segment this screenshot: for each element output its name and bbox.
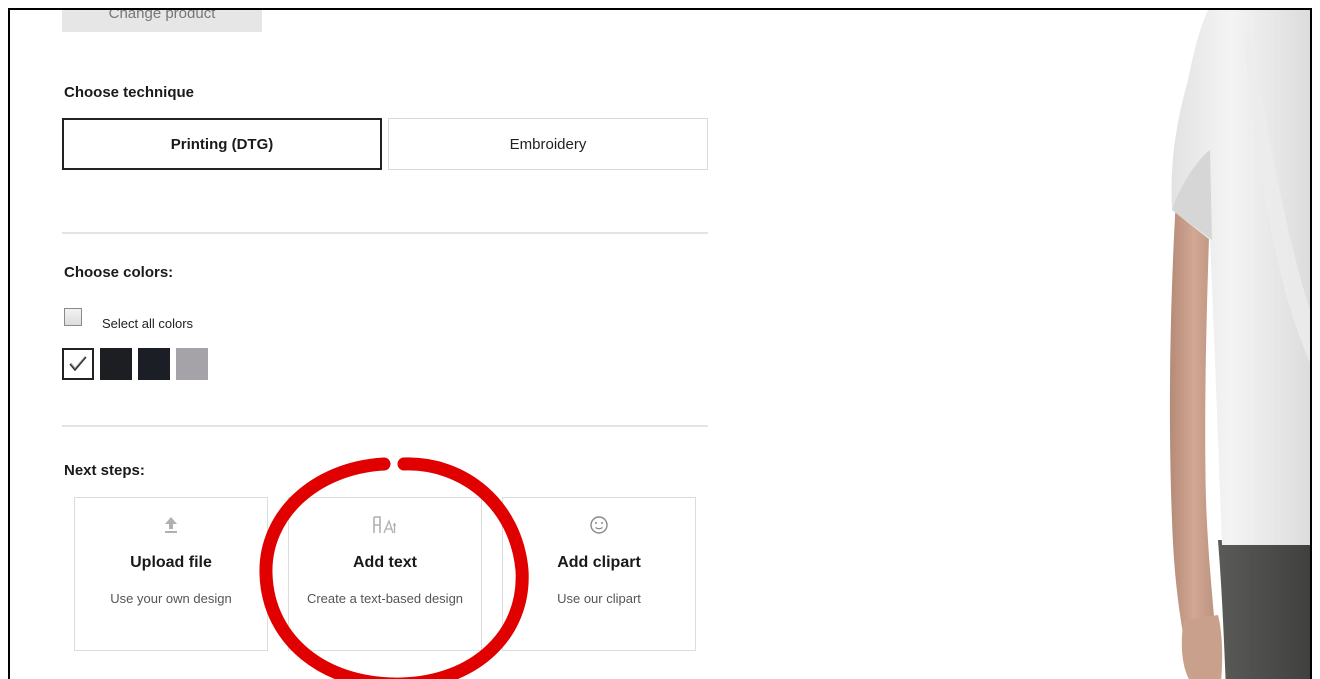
next-steps-heading: Next steps: xyxy=(64,462,145,479)
select-all-colors-checkbox[interactable] xyxy=(64,308,82,326)
technique-printing-dtg-button[interactable]: Printing (DTG) xyxy=(62,118,382,170)
divider xyxy=(62,232,708,234)
text-icon xyxy=(289,514,481,536)
select-all-colors-label: Select all colors xyxy=(102,316,194,331)
change-product-button[interactable]: Change product xyxy=(62,10,262,32)
check-icon xyxy=(69,356,87,372)
color-swatch-navy[interactable] xyxy=(138,348,170,380)
color-swatch-grey[interactable] xyxy=(176,348,208,380)
colors-heading: Choose colors: xyxy=(64,264,174,281)
upload-icon xyxy=(75,514,267,536)
upload-file-title: Upload file xyxy=(130,554,212,571)
upload-file-card[interactable]: Upload file Use your own design xyxy=(74,497,268,651)
color-swatches xyxy=(62,348,208,380)
color-swatch-black[interactable] xyxy=(100,348,132,380)
technique-heading: Choose technique xyxy=(64,84,195,101)
add-clipart-card[interactable]: Add clipart Use our clipart xyxy=(502,497,696,651)
add-text-description: Create a text-based design xyxy=(306,591,464,606)
add-clipart-description: Use our clipart xyxy=(557,591,641,606)
divider xyxy=(62,425,708,427)
add-text-card[interactable]: Add text Create a text-based design xyxy=(288,497,482,651)
add-clipart-title: Add clipart xyxy=(557,554,641,571)
tshirt-model-image xyxy=(1169,10,1310,679)
add-text-title: Add text xyxy=(353,554,417,571)
product-designer-panel: Change product Choose technique Printing… xyxy=(8,8,1312,679)
upload-file-description: Use your own design xyxy=(110,591,232,606)
technique-embroidery-button[interactable]: Embroidery xyxy=(388,118,708,170)
color-swatch-white[interactable] xyxy=(62,348,94,380)
smiley-icon xyxy=(503,514,695,536)
